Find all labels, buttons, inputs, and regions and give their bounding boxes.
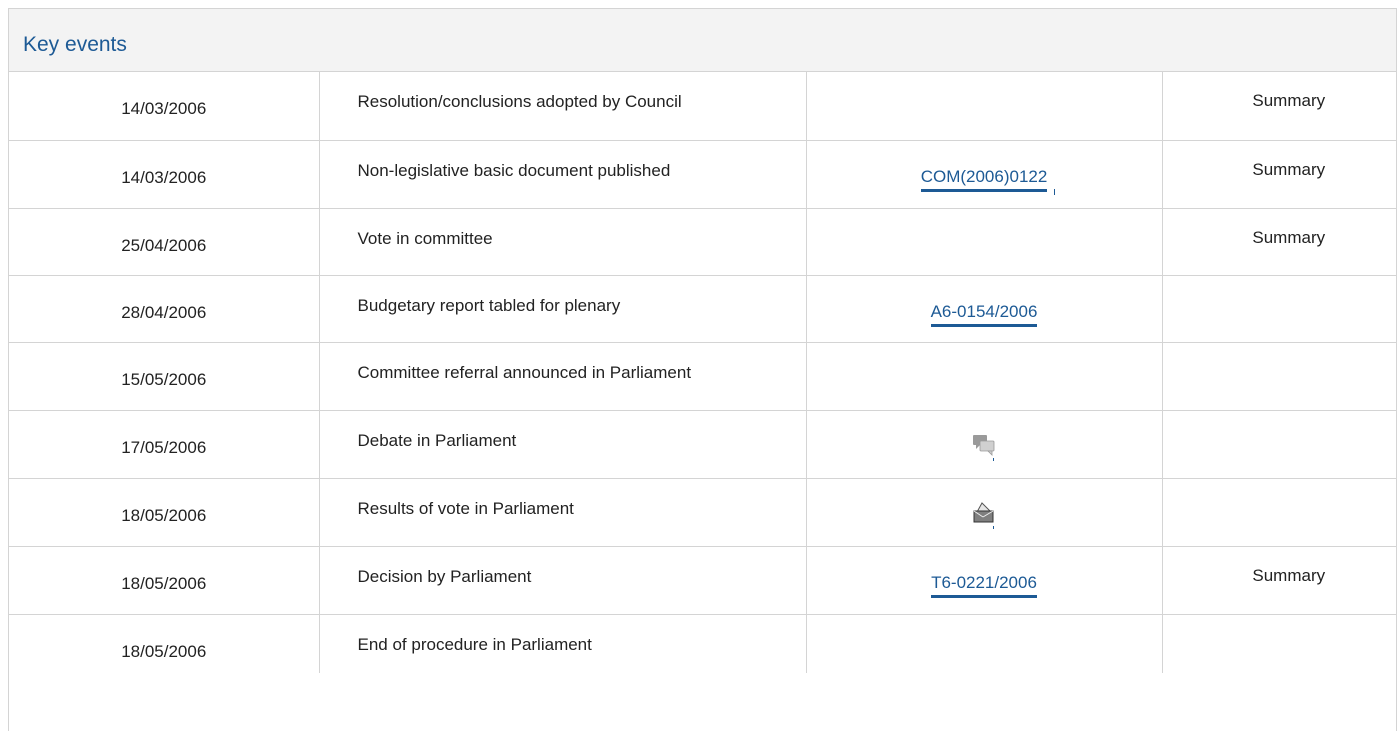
document-link[interactable]: T6-0221/2006 — [931, 572, 1037, 598]
event-document: COM(2006)0122 — [806, 140, 1163, 209]
table-row: 28/04/2006 Budgetary report tabled for p… — [9, 275, 1396, 343]
table-row: 18/05/2006 Decision by Parliament T6-022… — [9, 546, 1396, 615]
event-description: Debate in Parliament — [319, 410, 807, 479]
summary-label — [1162, 410, 1396, 479]
event-description: Resolution/conclusions adopted by Counci… — [319, 72, 807, 141]
event-document — [806, 208, 1163, 276]
key-events-panel: Key events 14/03/2006 Resolution/conclus… — [8, 8, 1397, 731]
event-document: A6-0154/2006 — [806, 275, 1163, 343]
table-row: 25/04/2006 Vote in committee Summary — [9, 208, 1396, 276]
event-date: 17/05/2006 — [9, 410, 320, 479]
table-row: 18/05/2006 End of procedure in Parliamen… — [9, 614, 1396, 673]
event-description: End of procedure in Parliament — [319, 614, 807, 673]
event-date: 25/04/2006 — [9, 208, 320, 276]
document-link[interactable]: COM(2006)0122 — [920, 166, 1048, 192]
table-row: 17/05/2006 Debate in Parliament — [9, 410, 1396, 479]
summary-label — [1162, 342, 1396, 411]
event-description: Vote in committee — [319, 208, 807, 276]
summary-label — [1162, 275, 1396, 343]
event-document — [806, 342, 1163, 411]
key-events-table: 14/03/2006 Resolution/conclusions adopte… — [9, 72, 1396, 673]
panel-header: Key events — [9, 9, 1396, 72]
event-date: 14/03/2006 — [9, 140, 320, 209]
event-document — [806, 614, 1163, 673]
table-row: 18/05/2006 Results of vote in Parliament — [9, 478, 1396, 547]
event-document — [806, 478, 1163, 547]
table-row: 14/03/2006 Non-legislative basic documen… — [9, 140, 1396, 209]
event-description: Results of vote in Parliament — [319, 478, 807, 547]
table-row: 14/03/2006 Resolution/conclusions adopte… — [9, 72, 1396, 141]
event-description: Committee referral announced in Parliame… — [319, 342, 807, 411]
table-row: 15/05/2006 Committee referral announced … — [9, 342, 1396, 411]
event-date: 18/05/2006 — [9, 546, 320, 615]
event-date: 18/05/2006 — [9, 614, 320, 673]
event-date: 28/04/2006 — [9, 275, 320, 343]
summary-label — [1162, 478, 1396, 547]
event-description: Non-legislative basic document published — [319, 140, 807, 209]
summary-label: Summary — [1162, 140, 1396, 209]
event-description: Decision by Parliament — [319, 546, 807, 615]
speech-bubbles-icon[interactable] — [971, 433, 997, 461]
summary-label: Summary — [1162, 208, 1396, 276]
event-date: 15/05/2006 — [9, 342, 320, 411]
ballot-box-icon[interactable] — [971, 501, 997, 529]
section-title: Key events — [23, 33, 127, 56]
event-date: 14/03/2006 — [9, 72, 320, 141]
summary-label: Summary — [1162, 546, 1396, 615]
document-link-wrap: COM(2006)0122 — [920, 165, 1056, 195]
event-document: T6-0221/2006 — [806, 546, 1163, 615]
document-link[interactable]: A6-0154/2006 — [930, 301, 1038, 327]
event-date: 18/05/2006 — [9, 478, 320, 547]
event-document — [806, 72, 1163, 141]
event-document — [806, 410, 1163, 479]
event-description: Budgetary report tabled for plenary — [319, 275, 807, 343]
summary-label — [1162, 614, 1396, 673]
link-marker — [1054, 188, 1056, 195]
summary-label: Summary — [1162, 72, 1396, 141]
